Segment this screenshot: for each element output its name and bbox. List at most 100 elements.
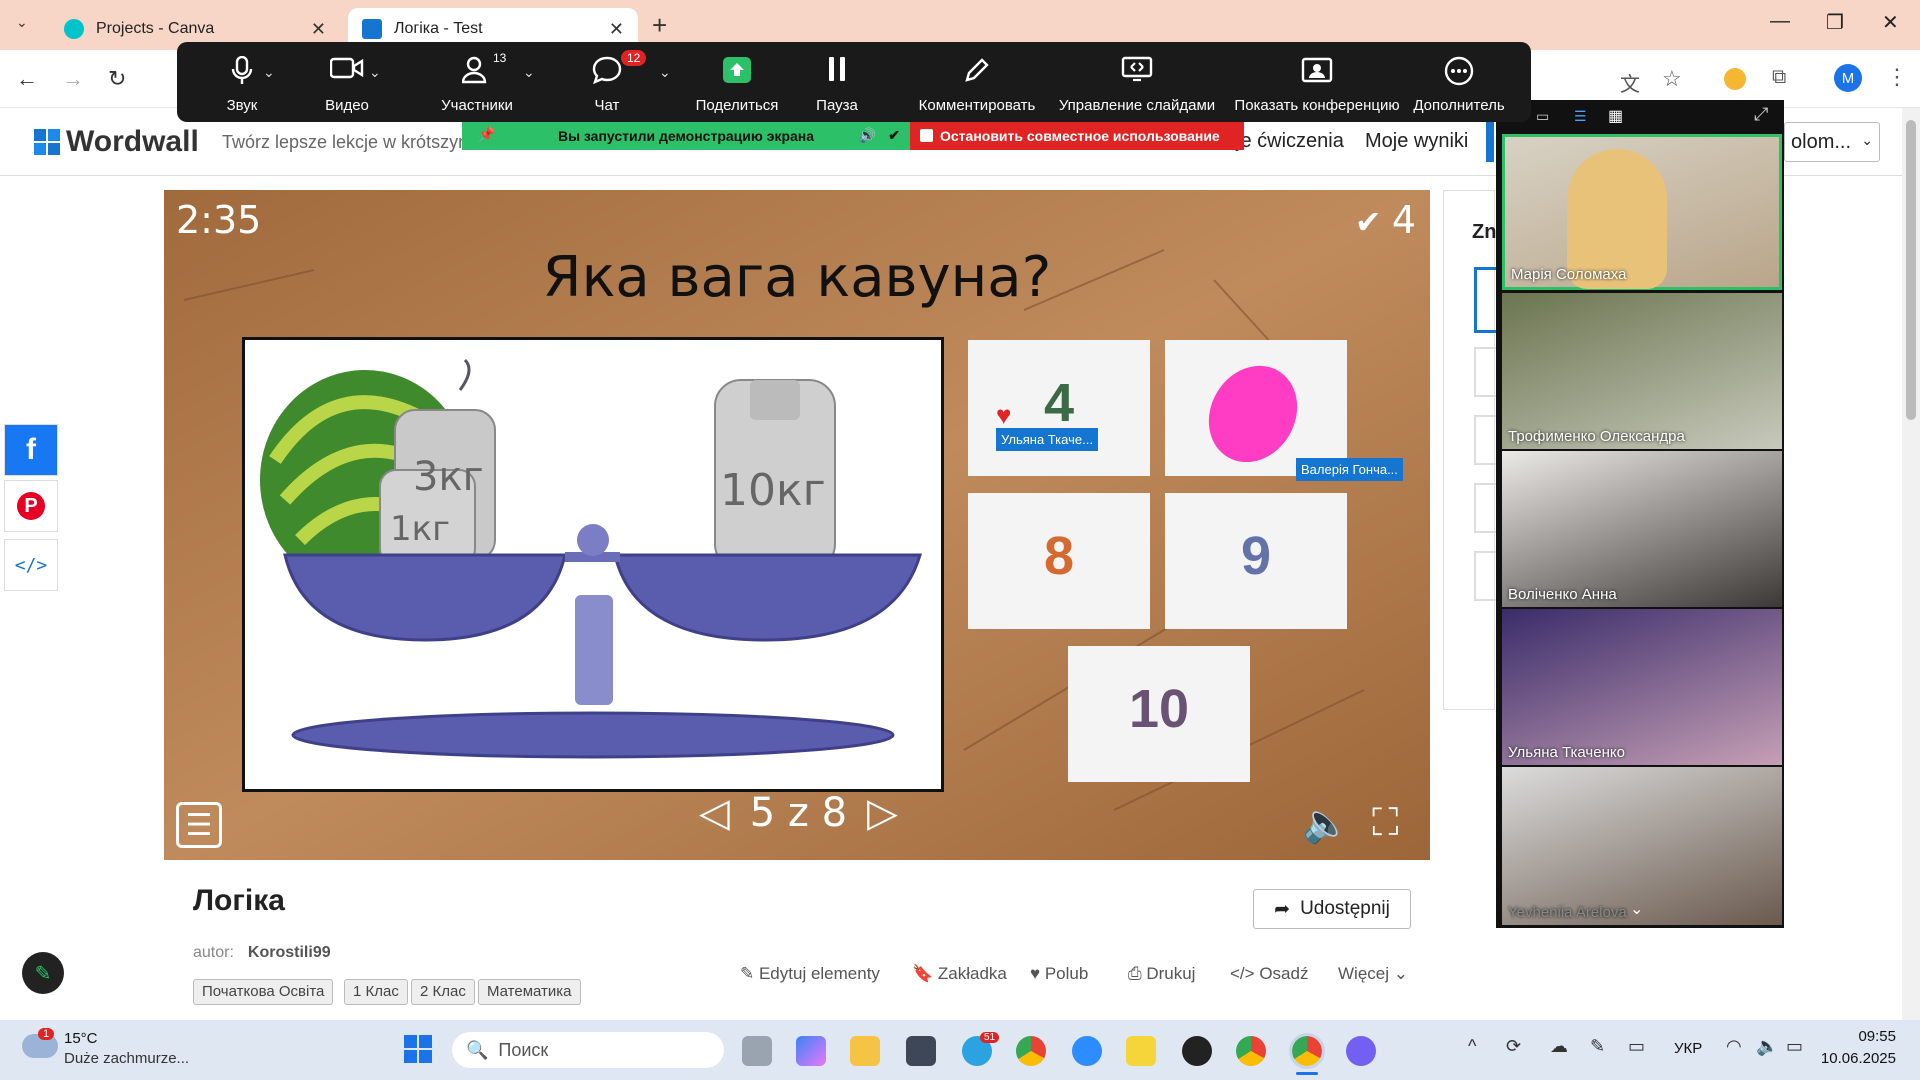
page-scrollbar[interactable]: [1902, 108, 1920, 1020]
new-tab-plus-icon[interactable]: +: [652, 10, 667, 41]
annotation-floating-button[interactable]: ✎: [22, 952, 64, 994]
pen-tray-icon[interactable]: ✎: [1590, 1036, 1605, 1057]
speaker-view-icon[interactable]: ▭: [1536, 108, 1549, 125]
browser-menu-icon[interactable]: ⋮: [1886, 64, 1908, 90]
more-button[interactable]: Дополнитель: [1399, 42, 1519, 122]
audio-options-chevron-icon[interactable]: ⌄: [263, 64, 275, 81]
slide-control-button[interactable]: Управление слайдами: [1037, 42, 1237, 122]
input-language[interactable]: УКР: [1674, 1040, 1702, 1057]
volume-icon[interactable]: 🔈: [1756, 1036, 1778, 1057]
print-link[interactable]: ⎙ Drukuj: [1128, 964, 1195, 984]
tag-chip[interactable]: Початкова Освіта: [193, 979, 334, 1005]
reload-icon[interactable]: ↻: [108, 66, 126, 92]
close-tab-icon[interactable]: ✕: [609, 19, 624, 40]
more-menu[interactable]: Więcej ⌄: [1338, 964, 1408, 984]
answer-card[interactable]: 4 ♥ Ульяна Ткаче...: [968, 340, 1150, 476]
like-link[interactable]: ♥ Polub: [1030, 964, 1088, 984]
video-tile[interactable]: Марія Соломаха: [1502, 134, 1782, 290]
chrome-active-icon[interactable]: [1289, 1033, 1325, 1069]
windows-start-icon[interactable]: [404, 1035, 432, 1063]
show-conference-button[interactable]: Показать конференцию: [1217, 42, 1417, 122]
tag-chip[interactable]: 2 Клас: [411, 979, 475, 1005]
sync-icon[interactable]: ⟳: [1506, 1036, 1521, 1057]
template-option[interactable]: [1474, 267, 1496, 333]
chrome-icon[interactable]: [1016, 1036, 1046, 1066]
share-button[interactable]: ➦ Udostępnij: [1253, 889, 1411, 929]
template-option[interactable]: [1474, 347, 1496, 397]
gallery-grid-icon[interactable]: ▦: [1608, 106, 1623, 126]
close-tab-icon[interactable]: ✕: [311, 19, 326, 40]
template-option[interactable]: [1474, 483, 1496, 533]
tag-chip[interactable]: 1 Клас: [344, 979, 408, 1005]
template-option[interactable]: [1474, 415, 1496, 465]
scroll-down-chevron-icon[interactable]: ⌄: [1630, 899, 1643, 919]
translate-icon[interactable]: 文: [1620, 68, 1640, 97]
bookmark-star-icon[interactable]: ☆: [1662, 66, 1682, 92]
embed-share-button[interactable]: </>: [4, 539, 58, 591]
annotate-button[interactable]: Комментировать: [897, 42, 1057, 122]
answer-card[interactable]: 10: [1068, 646, 1250, 782]
pause-share-button[interactable]: Пауза: [797, 42, 877, 122]
share-button[interactable]: Поделиться: [677, 42, 797, 122]
video-tile[interactable]: Ульяна Ткаченко: [1502, 609, 1782, 765]
display-tray-icon[interactable]: ▭: [1628, 1036, 1645, 1057]
wordwall-logo[interactable]: Wordwall: [34, 125, 199, 159]
app-icon[interactable]: [906, 1036, 936, 1066]
back-arrow-icon[interactable]: ←: [16, 66, 38, 92]
chat-chevron-icon[interactable]: ⌄: [659, 64, 671, 81]
bookmark-link[interactable]: 🔖 Zakładka: [912, 964, 1007, 984]
close-window-icon[interactable]: ✕: [1882, 10, 1899, 35]
edit-elements-link[interactable]: ✎ Edytuj elementy: [740, 964, 880, 984]
video-tile[interactable]: Yevheniia Arelova ⌄: [1502, 767, 1782, 925]
chrome-profile-icon[interactable]: [1236, 1036, 1266, 1066]
forward-arrow-icon[interactable]: →: [62, 66, 84, 92]
file-explorer-icon[interactable]: [850, 1036, 880, 1066]
participants-chevron-icon[interactable]: ⌄: [523, 64, 535, 81]
tag-chip[interactable]: Математика: [478, 979, 581, 1005]
maximize-window-icon[interactable]: ❐: [1826, 10, 1844, 35]
stop-sharing-button[interactable]: Остановить совместное использование: [910, 122, 1244, 150]
battery-icon[interactable]: ▭: [1786, 1036, 1803, 1057]
next-page-icon[interactable]: ▷: [867, 790, 898, 836]
answer-card[interactable]: 8: [968, 493, 1150, 629]
minimize-window-icon[interactable]: —: [1770, 10, 1790, 33]
tray-overflow-chevron-icon[interactable]: ^: [1468, 1036, 1476, 1057]
scrollbar-thumb[interactable]: [1906, 120, 1916, 420]
previous-page-icon[interactable]: ◁: [699, 790, 730, 836]
audio-button[interactable]: Звук: [197, 42, 287, 122]
sound-toggle-icon[interactable]: 🔈: [1302, 802, 1349, 846]
video-tile[interactable]: Трофименко Олександра: [1502, 293, 1782, 449]
task-view-icon[interactable]: [742, 1036, 772, 1066]
copilot-icon[interactable]: [796, 1036, 826, 1066]
facebook-share-button[interactable]: f: [4, 424, 58, 476]
template-option[interactable]: [1474, 551, 1496, 601]
author-name[interactable]: Korostili99: [248, 944, 331, 961]
tab-search-chevron-icon[interactable]: ⌄: [16, 14, 28, 31]
video-tile[interactable]: Воліченко Анна: [1502, 451, 1782, 607]
chat-button[interactable]: Чат: [547, 42, 667, 122]
clock-date[interactable]: 10.06.2025: [1816, 1050, 1896, 1067]
fullscreen-icon[interactable]: ⛶: [1372, 802, 1399, 845]
zoom-app-icon[interactable]: [1072, 1036, 1102, 1066]
video-options-chevron-icon[interactable]: ⌄: [369, 64, 381, 81]
profile-avatar[interactable]: M: [1834, 64, 1862, 92]
video-button[interactable]: Видео: [297, 42, 397, 122]
pin-icon[interactable]: 📌: [478, 126, 495, 143]
nav-my-activities[interactable]: je ćwiczenia: [1236, 130, 1344, 153]
upgrade-button-edge[interactable]: [1486, 122, 1494, 162]
extension-icon[interactable]: [1724, 68, 1746, 90]
game-menu-icon[interactable]: ☰: [176, 802, 222, 848]
participants-button[interactable]: Участники: [417, 42, 537, 122]
answer-card[interactable]: [1165, 340, 1347, 476]
sticky-notes-icon[interactable]: [1126, 1036, 1156, 1066]
language-select[interactable]: olom... ⌄: [1784, 122, 1880, 162]
embed-link[interactable]: </> Osadź: [1230, 964, 1308, 984]
wifi-icon[interactable]: ◠: [1726, 1036, 1742, 1057]
pinterest-share-button[interactable]: P: [4, 480, 58, 532]
extensions-puzzle-icon[interactable]: ⧉: [1772, 66, 1786, 89]
taskbar-search-box[interactable]: 🔍 Поиск: [452, 1032, 724, 1068]
answer-card[interactable]: 9: [1165, 493, 1347, 629]
expand-panel-icon[interactable]: ⤢: [1754, 104, 1768, 125]
strip-view-icon[interactable]: ☰: [1574, 108, 1587, 125]
viber-icon[interactable]: [1346, 1036, 1376, 1066]
